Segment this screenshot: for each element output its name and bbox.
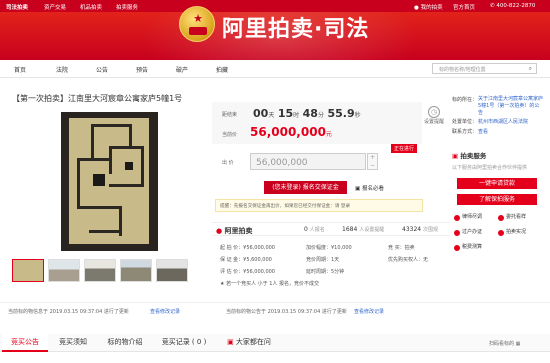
service-transfer[interactable]: 过户办证 xyxy=(452,227,492,238)
current-price-label: 当前价 xyxy=(222,132,238,138)
login-tip: 提醒：先报名交保证金再出价，如果您已经交付保证金：请 登录 xyxy=(215,199,423,212)
nav-collection[interactable]: 拍藏 xyxy=(216,65,228,74)
thumbnail-3[interactable] xyxy=(84,259,116,282)
home-link[interactable]: 官方首页 xyxy=(453,3,475,11)
tab-item-intro[interactable]: 标的物介绍 xyxy=(98,334,152,352)
floor-plan-photo[interactable] xyxy=(61,112,158,251)
status-badge: 正在进行 xyxy=(391,144,418,153)
my-auction-link[interactable]: ● 我的拍卖 xyxy=(414,3,443,11)
view-count: 43324 次围观 xyxy=(402,226,439,233)
nav-notice[interactable]: 公告 xyxy=(96,65,108,74)
tab-bid-record[interactable]: 竞买记录 ( 0 ) xyxy=(154,334,214,352)
ali-auction-logo: ● 阿里拍卖 xyxy=(216,227,253,235)
service-lawyer[interactable]: 律师尽调 xyxy=(452,212,492,223)
nav-court[interactable]: 法院 xyxy=(56,65,68,74)
auction-info: 起 拍 价：¥56,000,000 加价幅度：¥10,000 竞 买：拍卖 保 … xyxy=(212,240,450,292)
evaluation-price: 评 估 价：¥56,000,000 xyxy=(220,269,275,275)
thumbnail-4[interactable] xyxy=(120,259,152,282)
transfer-icon xyxy=(454,230,460,236)
lot-title: 【第一次拍卖】江南里大河宸章公寓家庐5幢1号 xyxy=(12,94,183,103)
deposit: 保 证 金：¥5,600,000 xyxy=(220,257,272,263)
stepper-plus[interactable]: + xyxy=(368,154,377,162)
notice-info-update: 当前标的物信息于 2019.03.15 09:37:04 进行了更新 xyxy=(8,309,129,315)
service-viewing[interactable]: 委托看样 xyxy=(496,212,536,223)
viewing-icon xyxy=(498,215,504,221)
service-tax[interactable]: 税费测算 xyxy=(452,242,492,253)
tab-announcement[interactable]: 竞买公告 xyxy=(2,334,48,352)
loan-button[interactable]: 一键申请贷款 xyxy=(457,178,537,189)
thumbnail-5[interactable] xyxy=(156,259,188,282)
service-desc: 以下服务由阿里拍卖合作伙伴提供 xyxy=(452,165,528,171)
priority-buyer: 优先购买权人：无 xyxy=(388,257,429,263)
top-nav-service[interactable]: 拍卖服务 xyxy=(116,3,138,11)
top-logo[interactable]: 司法拍卖 xyxy=(6,3,28,11)
current-price: 56,000,000元 xyxy=(250,125,332,139)
service-title: ▣ 拍卖服务 xyxy=(452,152,487,160)
set-reminder-button[interactable]: ◷ 设置提醒 xyxy=(422,106,446,125)
calculator-icon xyxy=(454,245,460,251)
bid-input[interactable]: 56,000,000 xyxy=(250,153,366,170)
detail-tabs: 竞买公告 竞买须知 标的物介绍 竞买记录 ( 0 ) ▣ 大家都在问 xyxy=(0,334,550,352)
top-nav-asset[interactable]: 资产交易 xyxy=(44,3,66,11)
tab-faq[interactable]: ▣ 大家都在问 xyxy=(216,334,282,352)
clock-icon: ◷ xyxy=(428,106,440,118)
top-nav-goods[interactable]: 机品拍卖 xyxy=(80,3,102,11)
delay-cycle: 延时周期：5分钟 xyxy=(306,269,345,275)
live-icon xyxy=(498,230,504,236)
lawyer-icon xyxy=(454,215,460,221)
start-price: 起 拍 价：¥56,000,000 xyxy=(220,245,275,251)
nav-preview[interactable]: 预告 xyxy=(136,65,148,74)
signup-deposit-button[interactable]: (您未登录) 报名交保证金 xyxy=(264,181,347,194)
stepper-minus[interactable]: − xyxy=(368,162,377,170)
notice-info-history-link[interactable]: 查看修改记录 xyxy=(150,308,180,315)
update-notices: 当前标的物信息于 2019.03.15 09:37:04 进行了更新 查看修改记… xyxy=(0,302,550,318)
thumbnail-2[interactable] xyxy=(48,259,80,282)
reminder-count: 1684 人设置提醒 xyxy=(342,226,385,233)
stats-row: ● 阿里拍卖 0 人报名 1684 人设置提醒 43324 次围观 xyxy=(212,222,450,236)
thumbnail-1[interactable] xyxy=(12,259,44,282)
service-button[interactable]: 了解保拍服务 xyxy=(457,194,537,205)
sidebar: 标的所在： 关于江南里大河宸章公寓家庐5幢1号（第一次拍卖）的公告 处置单位： … xyxy=(452,96,544,171)
service-live[interactable]: 拍卖实况 xyxy=(496,227,536,238)
banner-title: 阿里拍卖·司法 xyxy=(222,17,370,42)
method: 竞 买：拍卖 xyxy=(388,245,415,251)
bid-label: 出 价 xyxy=(222,160,234,166)
search-input[interactable]: 标的物名称/地理位置 ⌕ xyxy=(432,63,537,74)
countdown-timer: 00天 15时 48分 55.9秒 xyxy=(253,107,361,120)
tab-rules[interactable]: 竞买须知 xyxy=(50,334,96,352)
increment: 加价幅度：¥10,000 xyxy=(306,245,352,251)
must-know-link[interactable]: ▣ 报名必看 xyxy=(355,184,384,192)
countdown-label: 距结束 xyxy=(222,112,238,118)
notice-announce-update: 当前标的物公告于 2019.03.15 09:37:04 进行了更新 xyxy=(226,309,347,315)
hotline: ✆ 400-822-2870 xyxy=(490,3,536,9)
court-emblem-icon: ★ xyxy=(179,6,215,42)
court-link[interactable]: 杭州市西湖区人民法院 xyxy=(478,118,528,125)
signup-count: 0 人报名 xyxy=(304,226,325,233)
bid-cycle: 竞价周期：1天 xyxy=(306,257,340,263)
bid-rule-note: ★ 若一个竞买人 小于 1人 报名，竞价不成交 xyxy=(220,281,320,287)
bid-stepper[interactable]: + − xyxy=(367,153,378,170)
notice-announce-history-link[interactable]: 查看修改记录 xyxy=(354,308,384,315)
qr-scan-link[interactable]: 扫码看标的 ▦ xyxy=(489,340,520,347)
nav-bankruptcy[interactable]: 破产 xyxy=(176,65,188,74)
contact-link[interactable]: 查看 xyxy=(478,128,488,135)
nav-home[interactable]: 首页 xyxy=(14,65,26,74)
lot-notice-link[interactable]: 关于江南里大河宸章公寓家庐5幢1号（第一次拍卖）的公告 xyxy=(478,96,544,117)
search-icon[interactable]: ⌕ xyxy=(529,65,532,73)
